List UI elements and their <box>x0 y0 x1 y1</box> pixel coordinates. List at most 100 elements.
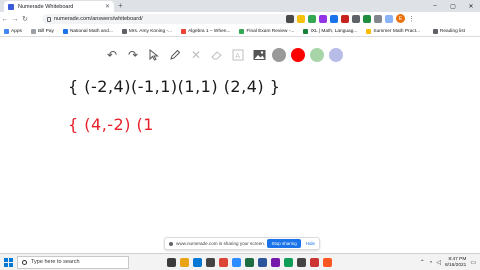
search-placeholder: Type here to search <box>31 259 80 265</box>
undo-icon[interactable]: ↶ <box>104 47 120 63</box>
bookmark-bill-pay[interactable]: Bill Pay <box>30 28 54 34</box>
tab-title: Numerade Whiteboard <box>18 3 74 10</box>
handwritten-set-red: { (4,-2) (1 <box>68 115 154 134</box>
bookmark-national-math[interactable]: National Math and... <box>62 28 113 34</box>
store-icon[interactable] <box>206 257 215 267</box>
bookmark-icon <box>181 28 187 34</box>
extension-gray-icon[interactable] <box>352 14 360 23</box>
screen-share-banner: www.numerade.com is sharing your screen.… <box>164 237 320 250</box>
bookmark-label: Mrs. Amy Koning -... <box>128 28 173 34</box>
zoom-icon[interactable] <box>232 257 241 267</box>
bookmark-algebra[interactable]: Algebra 1 – When... <box>181 28 231 34</box>
menu-icon[interactable]: ⋮ <box>408 15 415 23</box>
close-tab-icon[interactable]: ✕ <box>105 3 110 10</box>
bookmark-icon <box>303 28 309 34</box>
extension-green-icon[interactable] <box>308 14 316 23</box>
extension-icons: E ⋮ <box>286 14 415 23</box>
bookmark-icon <box>239 28 245 34</box>
color-lavender-swatch[interactable] <box>329 48 343 62</box>
extension-purple-icon[interactable] <box>319 14 327 23</box>
bookmark-icon <box>121 28 127 34</box>
handwritten-set-black: { (-2,4)(-1,1)(1,1) (2,4) } <box>68 77 281 96</box>
edge-icon[interactable] <box>193 257 202 267</box>
bookmark-label: IXL | Math, Languag... <box>310 28 358 34</box>
screen: Numerade Whiteboard ✕ + – ▢ ✕ ← → ↻ nume… <box>0 0 480 270</box>
task-view-icon[interactable] <box>167 257 176 267</box>
system-tray: ⌃ ◔ ◁ 8:47 PM 8/16/2021 ▭ <box>420 255 476 270</box>
bookmark-label: Bill Pay <box>37 28 54 34</box>
eraser-icon[interactable] <box>209 47 225 63</box>
windows-start-icon[interactable] <box>0 254 16 270</box>
image-icon[interactable] <box>251 47 267 63</box>
app-orange-icon[interactable] <box>323 257 332 267</box>
app-red-icon[interactable] <box>310 257 319 267</box>
extension-red-icon[interactable] <box>341 14 349 23</box>
taskbar-clock[interactable]: 8:47 PM 8/16/2021 <box>445 257 466 269</box>
redo-icon[interactable]: ↷ <box>125 47 141 63</box>
stop-sharing-button[interactable]: Stop sharing <box>267 239 301 248</box>
bookmark-icon <box>62 28 68 34</box>
maximize-icon[interactable]: ▢ <box>444 0 462 12</box>
whiteboard-canvas[interactable]: ↶ ↷ ✕ A { (-2,4)(-1,1)(1,1) (2,4) } {(4… <box>0 37 480 253</box>
app-dark-icon[interactable] <box>297 257 306 267</box>
pen-icon[interactable] <box>167 47 183 63</box>
tools-icon[interactable]: ✕ <box>188 47 204 63</box>
chrome-icon[interactable] <box>219 257 228 267</box>
color-red-swatch[interactable] <box>291 48 305 62</box>
extension-blue-icon[interactable] <box>330 14 338 23</box>
media-icon[interactable] <box>385 14 393 23</box>
close-window-icon[interactable]: ✕ <box>462 0 480 12</box>
extension-dark-green-icon[interactable] <box>363 14 371 23</box>
bookmark-label: Apps <box>11 28 22 34</box>
svg-text:A: A <box>235 52 240 60</box>
clock-date: 8/16/2021 <box>444 262 467 268</box>
search-icon <box>22 259 27 265</box>
bookmark-label: Algebra 1 – When... <box>188 28 231 34</box>
notification-icon[interactable]: ▭ <box>470 259 476 266</box>
network-icon[interactable]: ◔ <box>429 260 433 266</box>
bookmark-label: Summer Math Pract... <box>373 28 421 34</box>
browser-tab-strip: Numerade Whiteboard ✕ + – ▢ ✕ <box>0 0 480 12</box>
pointer-icon[interactable] <box>146 47 162 63</box>
onenote-icon[interactable] <box>271 257 280 267</box>
color-green-swatch[interactable] <box>310 48 324 62</box>
puzzle-icon[interactable] <box>374 14 382 23</box>
browser-tab[interactable]: Numerade Whiteboard ✕ <box>4 1 114 12</box>
lock-icon <box>47 16 51 22</box>
bookmark-label: Final Exam Review -... <box>246 28 295 34</box>
back-icon[interactable]: ← <box>0 13 10 25</box>
bookmark-icon <box>366 28 372 34</box>
reading-list-label: Reading list <box>439 29 465 34</box>
app-green-icon[interactable] <box>284 257 293 267</box>
text-icon[interactable]: A <box>230 47 246 63</box>
bookmarks-bar: Apps Bill Pay National Math and... Mrs. … <box>0 26 480 37</box>
numerade-favicon-icon <box>8 3 14 10</box>
new-tab-icon[interactable]: + <box>118 1 123 11</box>
reading-list[interactable]: Reading list <box>432 26 465 37</box>
taskbar-search[interactable]: Type here to search <box>17 255 129 269</box>
volume-icon[interactable]: ◁ <box>436 259 441 266</box>
word-icon[interactable] <box>258 257 267 267</box>
reload-icon[interactable]: ↻ <box>20 13 30 25</box>
window-controls: – ▢ ✕ <box>426 0 480 12</box>
whiteboard-toolbar: ↶ ↷ ✕ A <box>104 47 343 63</box>
bookmark-ixl[interactable]: IXL | Math, Languag... <box>303 28 358 34</box>
bookmark-icon <box>30 28 36 34</box>
excel-icon[interactable] <box>245 257 254 267</box>
bookmark-summer-math[interactable]: Summer Math Pract... <box>366 28 421 34</box>
forward-icon[interactable]: → <box>10 13 20 25</box>
star-icon[interactable] <box>297 14 305 23</box>
hide-button[interactable]: Hide <box>306 241 315 246</box>
color-gray-swatch[interactable] <box>272 48 286 62</box>
bookmark-apps[interactable]: Apps <box>4 28 22 34</box>
chevron-up-icon[interactable]: ⌃ <box>420 259 425 266</box>
taskbar-apps <box>167 257 332 267</box>
bookmark-final-exam[interactable]: Final Exam Review -... <box>239 28 295 34</box>
address-bar[interactable]: numerade.com/answers/whiteboard/ <box>42 14 298 24</box>
minimize-icon[interactable]: – <box>426 0 444 12</box>
share-icon[interactable] <box>286 14 294 23</box>
share-indicator-icon <box>169 241 173 246</box>
bookmark-amy-koning[interactable]: Mrs. Amy Koning -... <box>121 28 173 34</box>
profile-avatar[interactable]: E <box>396 14 405 23</box>
file-explorer-icon[interactable] <box>180 257 189 267</box>
